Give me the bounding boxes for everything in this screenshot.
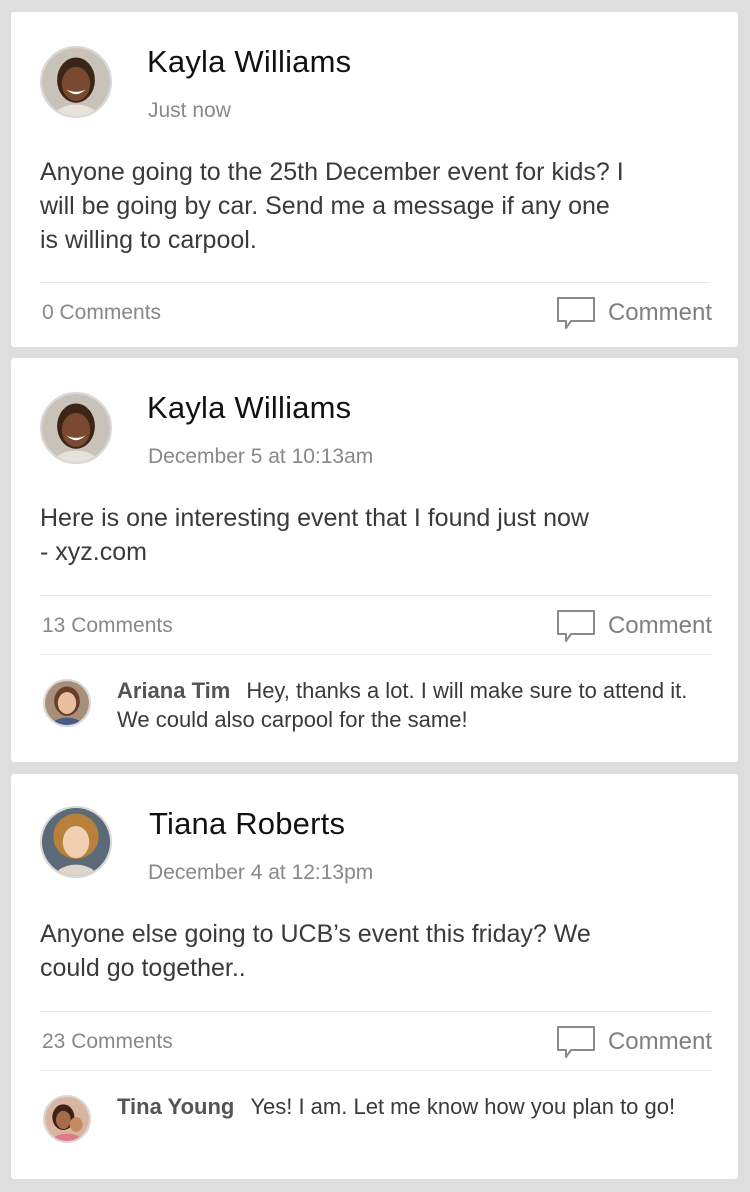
author-avatar[interactable] [40, 392, 112, 464]
reply-comment: Ariana Tim Hey, thanks a lot. I will make… [117, 676, 717, 734]
reply-author[interactable]: Tina Young [117, 1094, 234, 1119]
post-body: Anyone else going to UCB’s event this fr… [40, 920, 591, 982]
author-avatar[interactable] [40, 46, 112, 118]
comments-count[interactable]: 0 Comments [42, 301, 161, 325]
reply-comment: Tina Young Yes! I am. Let me know how you… [117, 1092, 717, 1121]
post-timestamp: December 5 at 10:13am [148, 445, 374, 468]
post-card: Kayla Williams Just now Anyone going to … [11, 12, 738, 347]
divider [40, 1011, 711, 1012]
post-card: Kayla Williams December 5 at 10:13am Her… [11, 358, 738, 762]
reply-author[interactable]: Ariana Tim [117, 678, 230, 703]
post-timestamp: Just now [148, 99, 231, 122]
speech-bubble-icon [556, 610, 595, 642]
comment-button[interactable]: Comment [556, 1025, 712, 1059]
post-author[interactable]: Kayla Williams [147, 44, 351, 80]
divider [40, 1070, 711, 1071]
speech-bubble-icon [556, 1026, 595, 1058]
post-card: Tiana Roberts December 4 at 12:13pm Anyo… [11, 774, 738, 1179]
comment-button[interactable]: Comment [556, 609, 712, 643]
divider [40, 282, 711, 283]
author-avatar[interactable] [40, 806, 112, 878]
comment-button[interactable]: Comment [556, 296, 712, 330]
speech-bubble-icon [556, 297, 595, 329]
reply-avatar[interactable] [43, 1095, 91, 1143]
post-body: Here is one interesting event that I fou… [40, 504, 589, 566]
post-timestamp: December 4 at 12:13pm [148, 861, 374, 884]
divider [40, 654, 711, 655]
comment-button-label: Comment [607, 612, 712, 639]
reply-text: Yes! I am. Let me know how you plan to g… [250, 1094, 676, 1119]
comments-count[interactable]: 13 Comments [42, 614, 173, 638]
post-author[interactable]: Kayla Williams [147, 390, 351, 426]
comment-button-label: Comment [607, 299, 712, 326]
post-body: Anyone going to the 25th December event … [40, 158, 624, 254]
reply-avatar[interactable] [43, 679, 91, 727]
post-author[interactable]: Tiana Roberts [149, 806, 345, 842]
comment-button-label: Comment [607, 1028, 712, 1055]
divider [40, 595, 711, 596]
comments-count[interactable]: 23 Comments [42, 1030, 173, 1054]
